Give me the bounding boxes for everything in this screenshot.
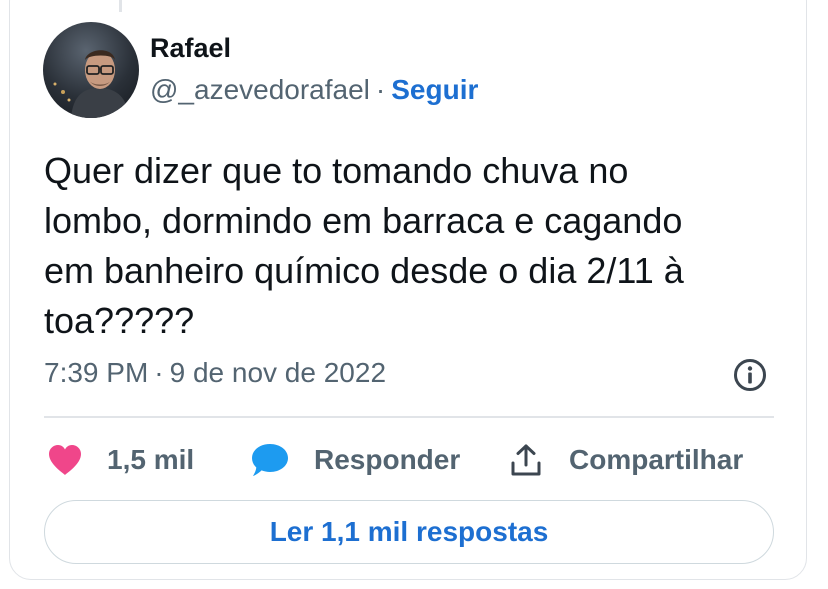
share-button[interactable]: Compartilhar <box>509 438 743 482</box>
like-button[interactable]: 1,5 mil <box>47 438 194 482</box>
share-upload-icon <box>509 443 543 477</box>
reply-label: Responder <box>314 444 461 475</box>
author-handle[interactable]: @_azevedorafael <box>150 74 370 105</box>
tweet-text: Quer dizer que to tomando chuva no lombo… <box>44 146 774 346</box>
divider <box>44 416 774 418</box>
tweet-text-line: em banheiro químico desde o dia 2/11 à <box>44 250 684 291</box>
tweet-text-line: toa????? <box>44 300 195 341</box>
tweet-date: 9 de nov de 2022 <box>169 357 387 388</box>
tweet-text-line: Quer dizer que to tomando chuva no <box>44 150 629 191</box>
timestamp-separator: · <box>154 357 164 388</box>
tweet-timestamp[interactable]: 7:39 PM · 9 de nov de 2022 <box>44 357 386 389</box>
avatar[interactable] <box>43 22 139 118</box>
follow-button[interactable]: Seguir <box>391 74 478 105</box>
author-handle-row: @_azevedorafael · Seguir <box>150 74 478 106</box>
like-count: 1,5 mil <box>107 444 195 475</box>
handle-separator: · <box>375 74 386 105</box>
thread-connector-line <box>119 0 122 12</box>
speech-bubble-icon <box>250 442 290 478</box>
share-label: Compartilhar <box>569 444 744 475</box>
tweet-text-line: lombo, dormindo em barraca e cagando <box>44 200 683 241</box>
tweet-time: 7:39 PM <box>44 357 149 388</box>
author-name[interactable]: Rafael <box>150 33 231 64</box>
heart-icon <box>47 444 83 476</box>
reply-button[interactable]: Responder <box>250 438 460 482</box>
info-icon[interactable] <box>733 358 767 392</box>
read-replies-button[interactable]: Ler 1,1 mil respostas <box>44 500 774 564</box>
